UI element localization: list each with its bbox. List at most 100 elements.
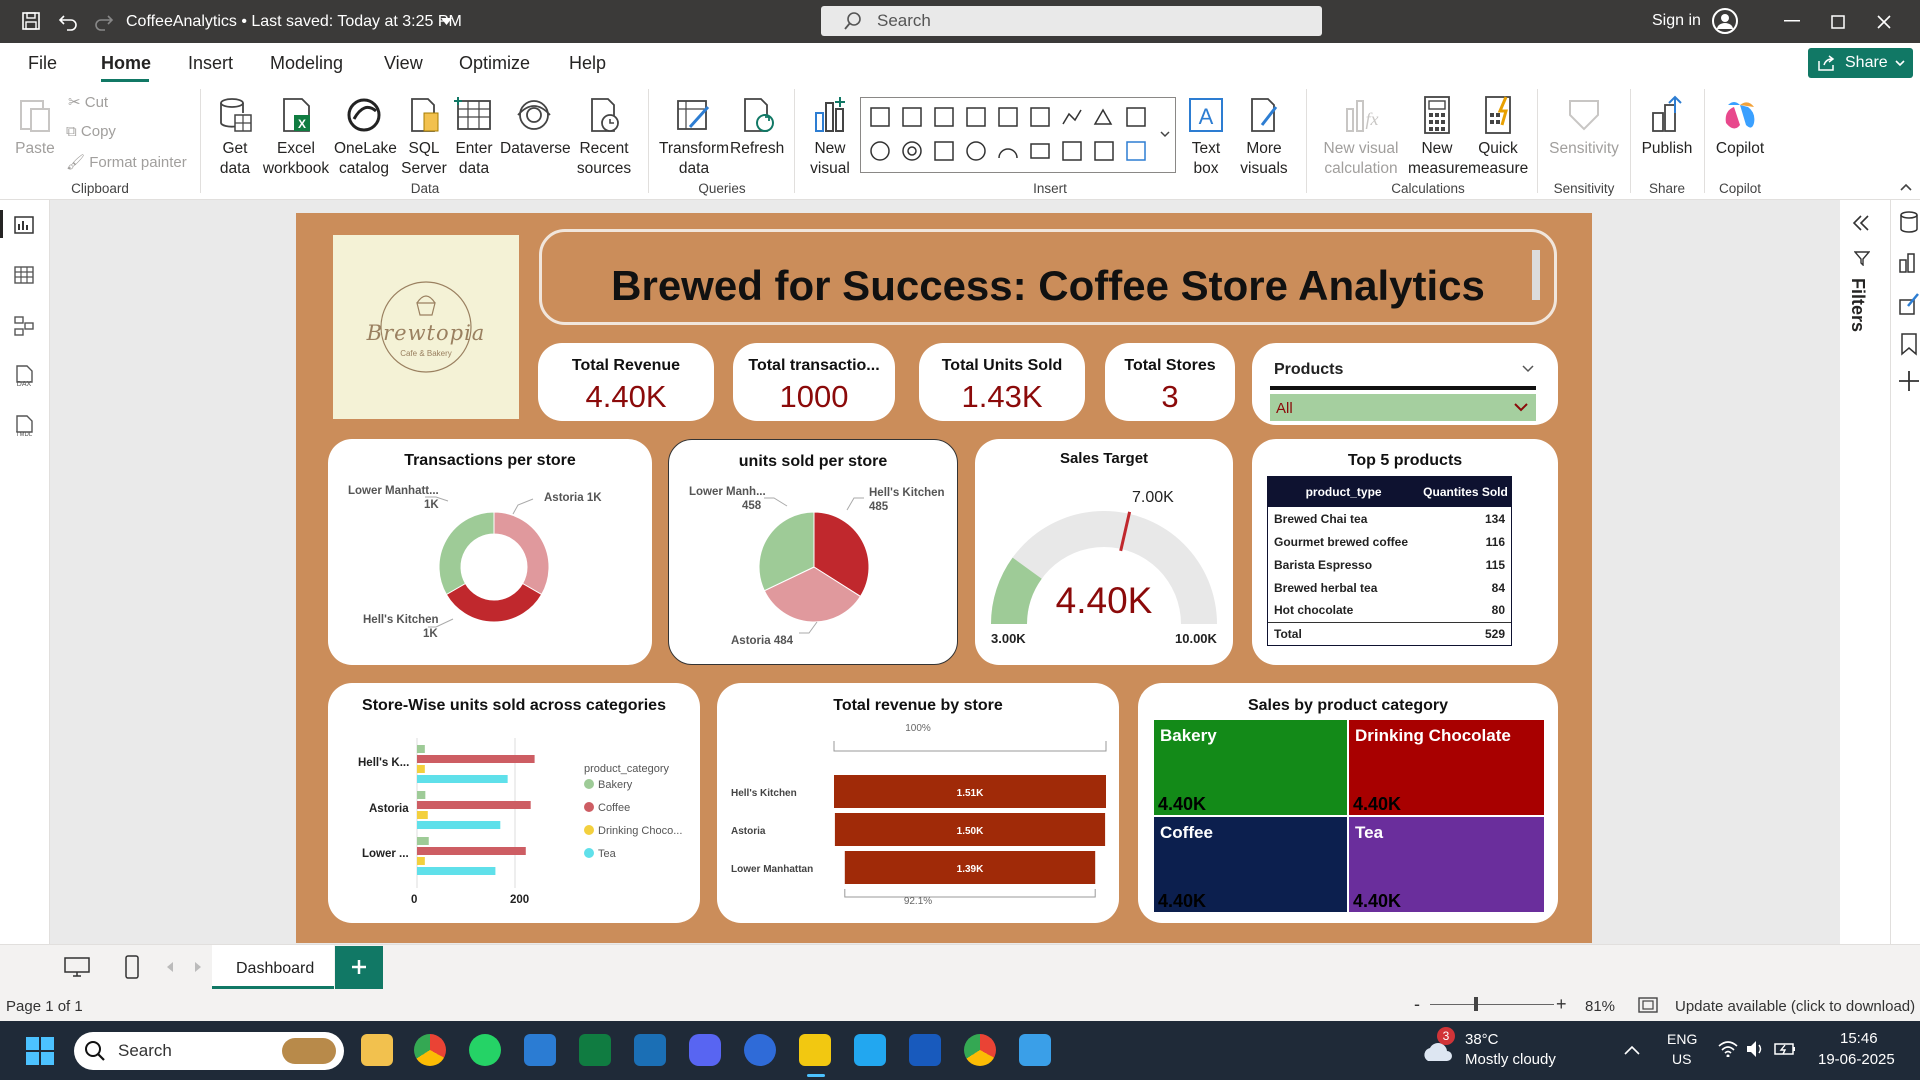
legend-item-bakery[interactable]: Bakery	[584, 779, 632, 791]
sign-in-link[interactable]: Sign in	[1652, 12, 1701, 30]
new-measure-button[interactable]: New measure	[1408, 95, 1468, 179]
legend-item-drinking-chocolate[interactable]: Drinking Choco...	[584, 825, 682, 837]
menu-file[interactable]: File	[28, 53, 57, 74]
treemap-tile-coffee[interactable]: Coffee 4.40K	[1154, 817, 1347, 912]
add-pane-icon[interactable]	[1898, 370, 1920, 392]
table-view-icon[interactable]	[14, 266, 34, 284]
more-visuals-button[interactable]: More visuals	[1232, 95, 1296, 179]
whatsapp-icon[interactable]	[469, 1034, 501, 1066]
dataverse-button[interactable]: Dataverse	[500, 95, 571, 159]
clock-time[interactable]: 15:46	[1840, 1030, 1878, 1047]
model-view-icon[interactable]	[14, 316, 34, 336]
wifi-icon[interactable]	[1718, 1041, 1738, 1057]
leader-line[interactable]	[512, 498, 534, 515]
format-pane-icon[interactable]	[1898, 292, 1920, 316]
tab-dashboard[interactable]: Dashboard	[212, 945, 334, 989]
enter-data-button[interactable]: Enter data	[452, 95, 496, 179]
funnel-bar-label[interactable]: 1.51K	[957, 788, 984, 799]
pie-slice-lower-manhattan[interactable]	[438, 511, 495, 596]
pie-slice-astoria[interactable]	[493, 511, 550, 596]
text-box-button[interactable]: A Text box	[1184, 95, 1228, 179]
excel-taskbar-icon[interactable]	[579, 1034, 611, 1066]
bar-drinking-chocolate[interactable]	[417, 857, 425, 865]
paste-button[interactable]: Paste	[12, 95, 58, 159]
bar-bakery[interactable]	[417, 837, 429, 845]
language-top[interactable]: ENG	[1667, 1031, 1697, 1047]
treemap-tile-bakery[interactable]: Bakery 4.40K	[1154, 720, 1347, 815]
cut-button[interactable]: ✂ Cut	[68, 93, 108, 111]
new-visual-button[interactable]: New visual	[804, 95, 856, 179]
fit-to-page-icon[interactable]	[1638, 997, 1658, 1013]
taskbar-search[interactable]: Search	[74, 1032, 344, 1070]
word-circle-app-icon[interactable]	[744, 1034, 776, 1066]
data-pane-icon[interactable]	[1898, 210, 1920, 234]
pie-slice-hell-s-kitchen[interactable]	[445, 582, 543, 623]
col-header-product-type[interactable]: product_type	[1268, 477, 1420, 507]
update-notice[interactable]: Update available (click to download)	[1675, 998, 1915, 1015]
document-title[interactable]: CoffeeAnalytics • Last saved: Today at 3…	[126, 13, 462, 31]
windows-start-icon[interactable]	[26, 1037, 54, 1065]
expand-panes-icon[interactable]	[1852, 214, 1870, 232]
redo-icon[interactable]	[93, 10, 115, 32]
funnel-bar-label[interactable]: 1.39K	[957, 864, 984, 875]
filter-icon[interactable]	[1854, 250, 1870, 266]
sql-app-icon[interactable]	[634, 1034, 666, 1066]
word-icon[interactable]	[909, 1034, 941, 1066]
sensitivity-button[interactable]: Sensitivity	[1546, 95, 1622, 159]
bar-coffee[interactable]	[417, 755, 535, 763]
excel-workbook-button[interactable]: X Excel workbook	[262, 95, 330, 179]
copy-button[interactable]: ⧉ Copy	[66, 123, 116, 140]
transform-data-button[interactable]: Transform data	[658, 95, 730, 179]
funnel-bar-label[interactable]: 1.50K	[957, 826, 984, 837]
file-explorer-icon[interactable]	[361, 1034, 393, 1066]
funnel-category-label[interactable]: Hell's Kitchen	[731, 788, 797, 799]
revenue-funnel-chart[interactable]: 1.51K Hell's Kitchen 1.50K Astoria 1.39K Lowe…	[717, 683, 1119, 923]
treemap-tile-tea[interactable]: Tea 4.40K	[1349, 817, 1544, 912]
maximize-icon[interactable]	[1831, 15, 1845, 29]
app-icon[interactable]	[524, 1034, 556, 1066]
sql-server-button[interactable]: SQL Server	[400, 95, 448, 179]
menu-insert[interactable]: Insert	[188, 53, 233, 74]
prev-page-icon[interactable]	[166, 962, 174, 972]
bar-drinking-chocolate[interactable]	[417, 811, 428, 819]
copilot-button[interactable]: Copilot	[1710, 95, 1770, 159]
legend-item-tea[interactable]: Tea	[584, 848, 616, 860]
close-icon[interactable]	[1877, 15, 1891, 29]
chrome-profile-icon[interactable]	[964, 1034, 996, 1066]
bar-bakery[interactable]	[417, 745, 425, 753]
bar-tea[interactable]	[417, 867, 496, 875]
slicer-dropdown[interactable]: All	[1270, 394, 1536, 421]
visualizations-pane-icon[interactable]	[1898, 250, 1920, 274]
menu-modeling[interactable]: Modeling	[270, 53, 343, 74]
zoom-out-button[interactable]: -	[1414, 994, 1420, 1015]
legend-item-coffee[interactable]: Coffee	[584, 802, 630, 814]
bar-bakery[interactable]	[417, 791, 426, 799]
menu-help[interactable]: Help	[569, 53, 606, 74]
publish-button[interactable]: Publish	[1638, 95, 1696, 159]
share-button[interactable]: Share	[1808, 48, 1913, 78]
report-view-icon[interactable]	[14, 216, 34, 234]
add-page-button[interactable]	[335, 946, 383, 989]
chevron-down-icon[interactable]	[1522, 365, 1534, 373]
units-pie-chart[interactable]	[669, 440, 959, 666]
menu-home[interactable]: Home	[101, 53, 151, 74]
minimize-icon[interactable]	[1784, 20, 1800, 22]
mobile-layout-icon[interactable]	[124, 955, 140, 979]
recent-sources-button[interactable]: Recent sources	[570, 95, 638, 179]
vscode-icon[interactable]	[854, 1034, 886, 1066]
quick-measure-button[interactable]: Quick measure	[1468, 95, 1528, 179]
funnel-category-label[interactable]: Astoria	[731, 826, 766, 837]
chevron-up-icon[interactable]	[1624, 1045, 1640, 1055]
funnel-category-label[interactable]: Lower Manhattan	[731, 864, 813, 875]
menu-optimize[interactable]: Optimize	[459, 53, 530, 74]
photos-icon[interactable]	[1019, 1034, 1051, 1066]
tmdl-view-icon[interactable]: TMDL	[12, 414, 36, 438]
save-icon[interactable]	[20, 10, 42, 32]
volume-icon[interactable]	[1746, 1040, 1766, 1058]
discord-icon[interactable]	[689, 1034, 721, 1066]
visual-gallery[interactable]	[860, 97, 1176, 173]
chrome-icon[interactable]	[414, 1034, 446, 1066]
next-page-icon[interactable]	[194, 962, 202, 972]
bar-drinking-chocolate[interactable]	[417, 765, 425, 773]
bookmark-icon[interactable]	[1900, 332, 1918, 356]
